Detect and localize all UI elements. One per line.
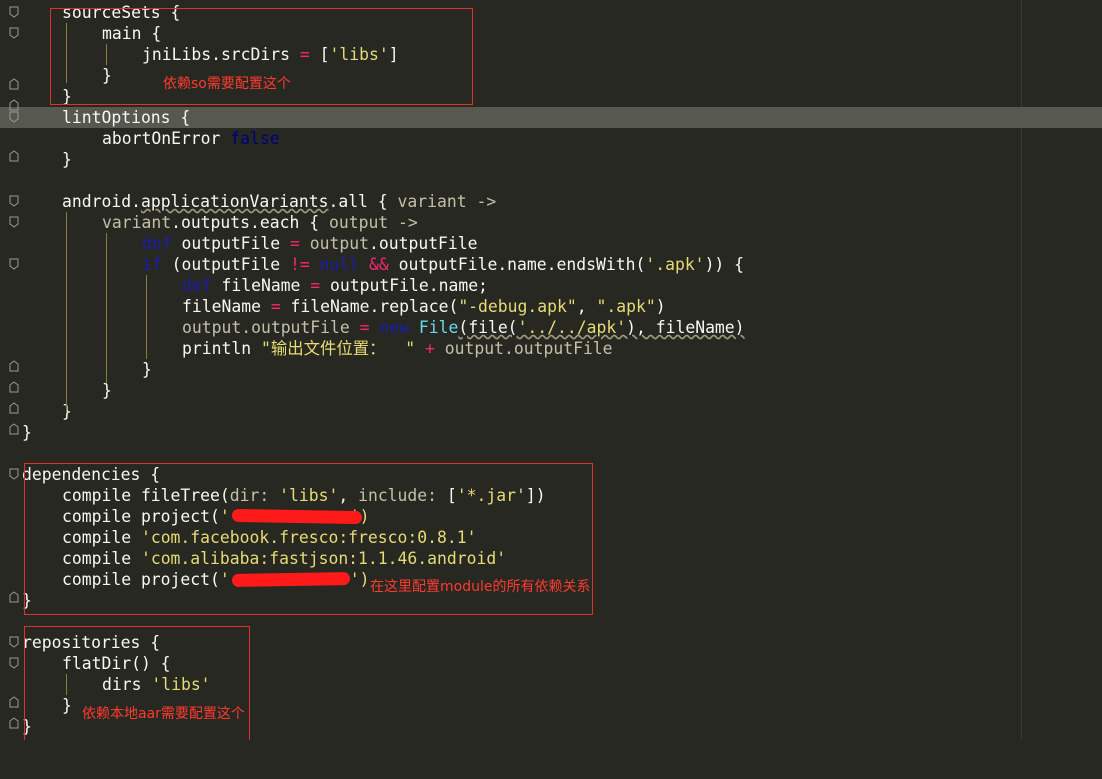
code-line: def fileName = outputFile.name;	[0, 275, 1102, 296]
annotation-note-aar: 依赖本地aar需要配置这个	[82, 706, 245, 722]
code-line: if (outputFile != null && outputFile.nam…	[0, 254, 1102, 275]
code-text: .outputFile	[368, 234, 478, 253]
code-line: }	[0, 149, 1102, 170]
operator: =	[359, 318, 370, 337]
code-text: variant	[102, 213, 172, 232]
code-text: android.	[62, 192, 141, 211]
class-name: File	[409, 318, 459, 337]
keyword: def	[182, 276, 212, 295]
fold-expand-icon	[9, 360, 19, 372]
indent-guide	[106, 233, 107, 383]
code-line: println "输出文件位置： " + output.outputFile	[0, 338, 1102, 359]
closure-param: output ->	[328, 213, 418, 232]
fold-expand-icon	[9, 717, 19, 729]
code-line: fileName = fileName.replace("-debug.apk"…	[0, 296, 1102, 317]
keyword: if	[142, 255, 162, 274]
code-line: abortOnError false	[0, 128, 1102, 149]
code-text: }	[62, 150, 72, 169]
closure-param: variant ->	[397, 192, 497, 211]
annotation-note-module: 在这里配置module的所有依赖关系	[370, 579, 591, 595]
fold-collapse-icon	[9, 657, 19, 669]
code-text: outputFile.name.endsWith(	[388, 255, 646, 274]
string-literal: '../../apk'	[517, 318, 627, 337]
fold-expand-icon	[9, 99, 19, 111]
code-text: fileName	[211, 276, 311, 295]
code-line: }	[0, 401, 1102, 422]
fold-expand-icon	[9, 402, 19, 414]
code-text: }	[22, 423, 32, 442]
code-text: fileName	[182, 297, 271, 316]
string-literal: '.apk'	[645, 255, 705, 274]
code-line: output.outputFile = new File(file('../..…	[0, 317, 1102, 338]
code-text: (file(	[458, 318, 518, 337]
fold-collapse-icon	[9, 111, 19, 123]
fold-expand-icon	[9, 591, 19, 603]
annotation-note-so: 依赖so需要配置这个	[163, 76, 291, 92]
code-text: ,	[576, 297, 597, 316]
code-text: .all {	[328, 192, 398, 211]
code-line: }	[0, 380, 1102, 401]
code-line: android.applicationVariants.all { varian…	[0, 191, 1102, 212]
code-text: ), fileName)	[626, 318, 745, 337]
keyword: null	[309, 255, 360, 274]
code-text: fileName.replace(	[280, 297, 459, 316]
operator: =	[270, 297, 281, 316]
code-text: println	[182, 339, 261, 358]
fold-markers	[9, 6, 19, 729]
fold-expand-icon	[9, 423, 19, 435]
keyword: def	[142, 234, 172, 253]
code-line: }	[0, 359, 1102, 380]
operator: &&	[369, 255, 389, 274]
indent-guide	[146, 275, 147, 359]
fold-expand-icon	[9, 150, 19, 162]
code-line: def outputFile = output.outputFile	[0, 233, 1102, 254]
indent-guide	[66, 212, 67, 412]
operator: +	[415, 339, 435, 358]
code-text: applicationVariants	[140, 192, 329, 211]
string-literal: "-debug.apk"	[458, 297, 577, 316]
code-text: outputFile.name;	[320, 276, 488, 295]
code-text: .outputFile	[504, 339, 613, 358]
code-text: }	[102, 381, 112, 400]
code-line: variant.outputs.each { output ->	[0, 212, 1102, 233]
code-text: )	[655, 297, 666, 316]
fold-collapse-icon	[9, 216, 19, 228]
code-text: output	[182, 318, 242, 337]
code-text: output	[434, 339, 504, 358]
fold-expand-icon	[9, 78, 19, 90]
keyword: false	[230, 129, 280, 148]
code-text: lintOptions {	[62, 108, 191, 127]
string-literal: "输出文件位置： "	[260, 339, 416, 358]
string-literal: ".apk"	[596, 297, 656, 316]
fold-expand-icon	[9, 381, 19, 393]
keyword: new	[369, 318, 409, 337]
fold-collapse-icon	[9, 27, 19, 39]
fold-collapse-icon	[9, 6, 19, 18]
fold-collapse-icon	[9, 468, 19, 480]
fold-expand-icon	[9, 696, 19, 708]
code-text: abortOnError	[102, 129, 231, 148]
operator: =	[310, 276, 321, 295]
code-line: }	[0, 422, 1102, 443]
code-text: .outputs.each {	[171, 213, 329, 232]
operator: !=	[290, 255, 310, 274]
operator: =	[290, 234, 300, 253]
current-line-highlight: lintOptions {	[0, 107, 1102, 128]
code-text: .outputFile	[241, 318, 360, 337]
fold-collapse-icon	[9, 195, 19, 207]
code-text: output	[299, 234, 369, 253]
code-text: }	[142, 360, 152, 379]
code-text: )) {	[704, 255, 745, 274]
code-text: (outputFile	[161, 255, 291, 274]
fold-collapse-icon	[9, 636, 19, 648]
code-text: outputFile	[171, 234, 291, 253]
fold-collapse-icon	[9, 258, 19, 270]
